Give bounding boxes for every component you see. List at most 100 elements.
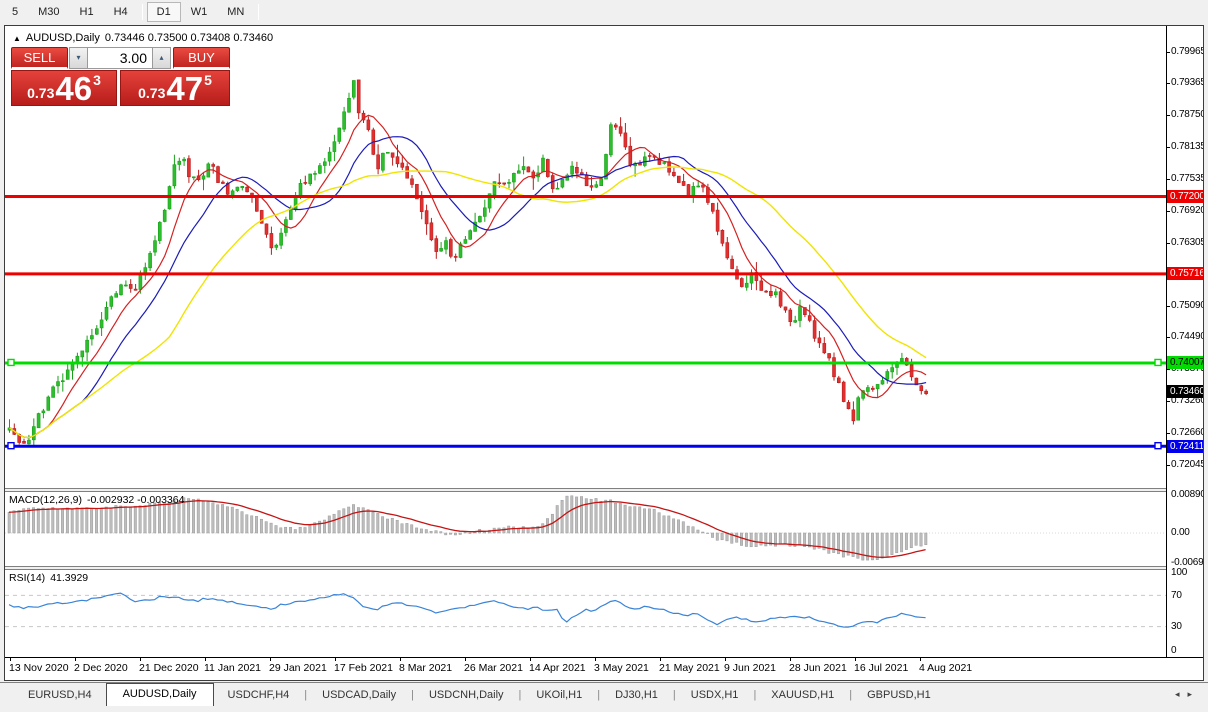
toolbar-separator [142,4,143,20]
timeframe-button-h4[interactable]: H4 [104,2,138,22]
rsi-label: RSI(14) 41.3929 [9,572,88,584]
date-tick [855,658,856,661]
date-tick-label: 3 May 2021 [594,662,649,674]
date-tick [270,658,271,661]
macd-axis-label: 0.00 [1171,527,1190,538]
price-tick [1167,115,1170,116]
price-tick-label: 0.76305 [1171,237,1204,248]
price-level-label: 0.75716 [1167,267,1204,280]
chart-tab-dj30[interactable]: DJ30,H1 [601,685,672,706]
chart-tab-usdchf[interactable]: USDCHF,H4 [214,685,304,706]
rsi-value: 41.3929 [50,572,88,584]
sell-price-button[interactable]: 0.73 46 3 [11,70,117,106]
chevron-down-icon: ▾ [76,53,80,62]
buy-button[interactable]: BUY [173,47,230,69]
horizontal-line-0.72411[interactable] [5,443,1167,449]
sell-button[interactable]: SELL [11,47,68,69]
price-tick-label: 0.76920 [1171,205,1204,216]
price-tick [1167,306,1170,307]
date-tick-label: 17 Feb 2021 [334,662,393,674]
timeframe-button-w1[interactable]: W1 [181,2,218,22]
timeframe-button-m30[interactable]: M30 [28,2,69,22]
chart-ohlc-values: 0.73446 0.73500 0.73408 0.73460 [105,32,273,44]
price-tick-label: 0.78750 [1171,109,1204,120]
moving-averages [10,115,927,437]
price-axis[interactable]: 0.799650.793650.787500.781350.775350.769… [1166,26,1204,657]
price-tick-label: 0.72660 [1171,427,1204,438]
date-axis[interactable]: 13 Nov 20202 Dec 202021 Dec 202011 Jan 2… [5,657,1203,680]
macd-panel[interactable]: MACD(12,26,9) -0.002932 -0.003364 [5,492,1167,566]
price-tick-label: 0.79965 [1171,46,1204,57]
lot-decrease-button[interactable]: ▾ [69,47,88,69]
timeframe-button-5[interactable]: 5 [2,2,28,22]
price-tick [1167,211,1170,212]
price-tick [1167,433,1170,434]
date-tick [660,658,661,661]
chart-tab-eurusd[interactable]: EURUSD,H4 [14,685,106,706]
chart-tab-usdcnh[interactable]: USDCNH,Daily [415,685,518,706]
tab-scroll-right-icon[interactable]: ▸ [1187,689,1200,699]
date-tick [530,658,531,661]
price-tick [1167,401,1170,402]
sell-price-base: 0.73 [27,85,54,101]
date-tick [920,658,921,661]
date-tick [595,658,596,661]
rsi-axis-label: 30 [1171,621,1182,632]
date-tick [10,658,11,661]
macd-name: MACD(12,26,9) [9,494,82,506]
sell-price-main: 46 [55,74,92,104]
buy-price-button[interactable]: 0.73 47 5 [120,70,230,106]
date-tick [75,658,76,661]
rsi-chart[interactable] [5,570,1167,657]
chart-symbol-title: AUDUSD,Daily [26,32,100,44]
buy-price-pip: 5 [204,72,212,88]
chevron-up-icon: ▴ [159,53,163,62]
macd-values: -0.002932 -0.003364 [87,494,185,506]
timeframe-button-d1[interactable]: D1 [147,2,181,22]
buy-price-main: 47 [166,74,203,104]
lot-size-input[interactable]: 3.00 [87,47,153,69]
date-tick-label: 21 Dec 2020 [139,662,199,674]
chart-tab-usdx[interactable]: USDX,H1 [677,685,753,706]
chart-tab-xauusd[interactable]: XAUUSD,H1 [757,685,848,706]
date-tick-label: 2 Dec 2020 [74,662,128,674]
price-level-label: 0.77200 [1167,190,1204,203]
chart-tab-ukoil[interactable]: UKOil,H1 [522,685,596,706]
timeframe-button-mn[interactable]: MN [217,2,254,22]
date-tick-label: 29 Jan 2021 [269,662,327,674]
rsi-name: RSI(14) [9,572,45,584]
date-tick [335,658,336,661]
price-tick [1167,83,1170,84]
price-tick-label: 0.77535 [1171,173,1204,184]
price-tick [1167,465,1170,466]
macd-label: MACD(12,26,9) -0.002932 -0.003364 [9,494,184,506]
timeframe-button-h1[interactable]: H1 [70,2,104,22]
chart-tab-audusd[interactable]: AUDUSD,Daily [106,683,214,706]
timeframe-toolbar: 5M30H1H4 D1W1MN [0,0,1208,23]
date-tick-label: 11 Jan 2021 [204,662,261,674]
chart-tab-gbpusd[interactable]: GBPUSD,H1 [853,685,945,706]
date-tick [140,658,141,661]
chart-tab-usdcad[interactable]: USDCAD,Daily [308,685,410,706]
date-tick [400,658,401,661]
date-tick [790,658,791,661]
tab-scroll-arrows[interactable]: ◂▸ [1175,689,1200,700]
date-tick-label: 16 Jul 2021 [854,662,908,674]
macd-axis-label: 0.008903 [1171,489,1204,500]
price-tick-label: 0.74490 [1171,331,1204,342]
rsi-axis-label: 100 [1171,567,1187,578]
collapse-icon[interactable]: ▲ [13,34,21,43]
rsi-panel[interactable]: RSI(14) 41.3929 [5,570,1167,657]
rsi-axis-label: 0 [1171,645,1176,656]
lot-increase-button[interactable]: ▴ [152,47,171,69]
horizontal-line-0.74007[interactable] [5,359,1167,365]
date-tick [205,658,206,661]
tab-scroll-left-icon[interactable]: ◂ [1175,689,1188,699]
sell-price-pip: 3 [93,72,101,88]
price-tick [1167,337,1170,338]
price-tick-label: 0.79365 [1171,77,1204,88]
date-tick-label: 21 May 2021 [659,662,720,674]
mt4-application: 5M30H1H4D1W1MN MACD(12,26,9) -0.002932 -… [0,0,1208,712]
price-tick [1167,243,1170,244]
price-tick-label: 0.75090 [1171,300,1204,311]
